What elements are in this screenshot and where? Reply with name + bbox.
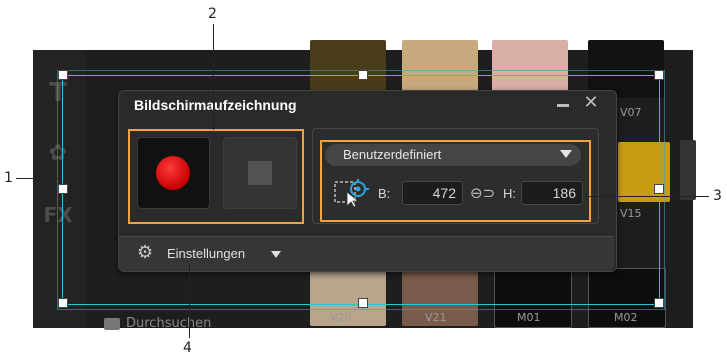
callout-4: 4 xyxy=(183,340,192,356)
close-icon[interactable]: ✕ xyxy=(582,94,600,112)
callout-line-3 xyxy=(587,196,709,197)
thumbnail-label: M02 xyxy=(614,311,638,324)
callout-highlight-3 xyxy=(320,140,591,222)
thumbnail[interactable] xyxy=(680,140,696,200)
browse-label[interactable]: Durchsuchen xyxy=(126,316,211,331)
resize-handle-top[interactable] xyxy=(358,70,368,80)
thumbnail-label: M01 xyxy=(517,311,541,324)
browse-icon xyxy=(104,318,120,330)
resize-handle-bottom[interactable] xyxy=(358,298,368,308)
chevron-down-icon xyxy=(271,251,281,258)
settings-button[interactable]: Einstellungen xyxy=(167,246,245,261)
callout-highlight-2 xyxy=(128,129,304,224)
callout-line-2 xyxy=(213,24,214,130)
resize-handle-right[interactable] xyxy=(654,184,664,194)
thumbnail-label: V20 xyxy=(330,311,352,324)
minimize-icon[interactable] xyxy=(557,104,569,107)
gear-icon[interactable]: ⚙ xyxy=(137,244,153,262)
callout-line-4 xyxy=(189,264,190,338)
resize-handle-bottom-left[interactable] xyxy=(58,298,68,308)
resize-handle-bottom-right[interactable] xyxy=(654,298,664,308)
callout-1: 1 xyxy=(4,170,13,186)
callout-2: 2 xyxy=(208,6,217,22)
callout-3: 3 xyxy=(713,188,722,204)
resize-handle-top-left[interactable] xyxy=(58,70,68,80)
thumbnail-label: V21 xyxy=(425,311,447,324)
callout-line-1 xyxy=(16,178,58,179)
panel-title: Bildschirmaufzeichnung xyxy=(134,97,297,113)
resize-handle-top-right[interactable] xyxy=(654,70,664,80)
resize-handle-left[interactable] xyxy=(58,184,68,194)
